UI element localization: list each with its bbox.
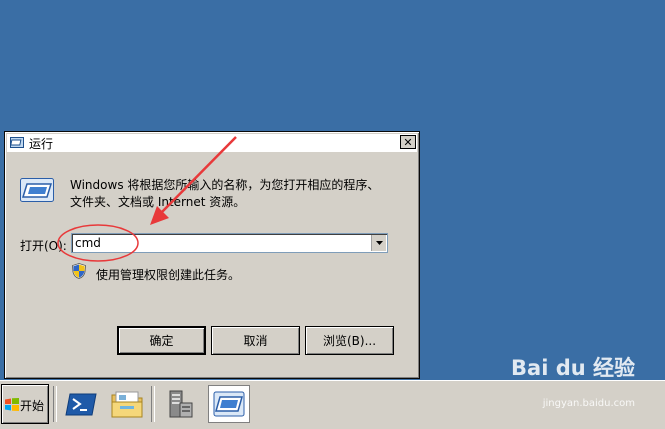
run-dialog: 运行 ✕ Windows 将根据您所输入的名称，为您打开相应的程序、 文件夹、文… bbox=[4, 131, 420, 379]
description-line-2: 文件夹、文档或 Internet 资源。 bbox=[70, 195, 246, 209]
server-manager-icon bbox=[169, 390, 193, 418]
command-combobox[interactable]: cmd bbox=[71, 233, 388, 253]
run-program-icon bbox=[20, 178, 54, 202]
powershell-icon bbox=[65, 393, 97, 416]
dropdown-button[interactable] bbox=[371, 235, 386, 251]
windows-logo-icon bbox=[5, 398, 19, 411]
chevron-down-icon bbox=[375, 241, 383, 245]
close-button[interactable]: ✕ bbox=[400, 135, 416, 149]
open-label: 打开(O): bbox=[20, 239, 67, 253]
watermark-brand: Bai du 经验 bbox=[511, 356, 635, 380]
run-icon bbox=[10, 137, 24, 148]
taskbar-separator bbox=[53, 386, 57, 422]
watermark-url: jingyan.baidu.com bbox=[542, 398, 635, 409]
taskbar-explorer-button[interactable] bbox=[106, 385, 148, 423]
command-input[interactable]: cmd bbox=[75, 236, 101, 250]
ok-button[interactable]: 确定 bbox=[117, 326, 206, 355]
dialog-titlebar[interactable]: 运行 ✕ bbox=[7, 134, 417, 152]
run-icon bbox=[213, 391, 245, 417]
taskbar-server-manager-button[interactable] bbox=[158, 385, 200, 423]
taskbar-powershell-button[interactable] bbox=[60, 385, 102, 423]
dialog-description: Windows 将根据您所输入的名称，为您打开相应的程序、 文件夹、文档或 In… bbox=[70, 177, 400, 211]
browse-button[interactable]: 浏览(B)... bbox=[305, 326, 394, 355]
explorer-folder-icon bbox=[111, 391, 143, 418]
uac-shield-icon bbox=[72, 263, 86, 279]
taskbar-separator bbox=[151, 386, 155, 422]
start-label: 开始 bbox=[20, 399, 45, 413]
description-line-1: Windows 将根据您所输入的名称，为您打开相应的程序、 bbox=[70, 178, 380, 192]
taskbar-run-button[interactable] bbox=[208, 385, 250, 423]
start-button[interactable]: 开始 bbox=[1, 384, 49, 424]
close-icon: ✕ bbox=[403, 135, 413, 149]
cancel-button[interactable]: 取消 bbox=[211, 326, 300, 355]
dialog-title: 运行 bbox=[29, 137, 54, 151]
admin-privilege-note: 使用管理权限创建此任务。 bbox=[96, 268, 241, 282]
